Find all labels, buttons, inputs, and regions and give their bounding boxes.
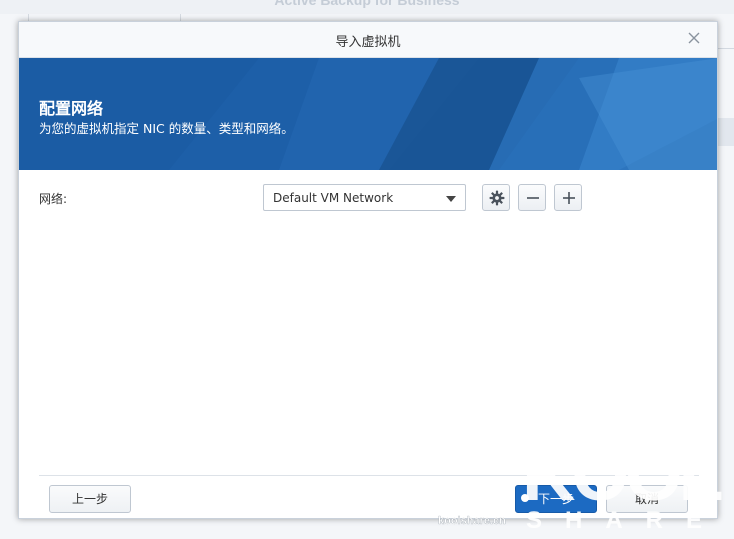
minus-icon <box>527 197 539 199</box>
network-select[interactable]: Default VM Network <box>263 184 466 211</box>
dialog-title: 导入虚拟机 <box>335 35 401 50</box>
chevron-down-icon <box>446 196 456 202</box>
dialog-titlebar: 导入虚拟机 <box>19 22 717 58</box>
network-label: 网络: <box>39 192 68 206</box>
back-button[interactable]: 上一步 <box>49 485 131 513</box>
network-select-value: Default VM Network <box>273 191 394 205</box>
remove-network-button[interactable] <box>518 184 546 211</box>
close-icon[interactable] <box>685 29 703 47</box>
step-banner: 配置网络 为您的虚拟机指定 NIC 的数量、类型和网络。 <box>19 58 717 170</box>
footer-divider <box>39 475 699 476</box>
add-network-button[interactable] <box>554 184 582 211</box>
background-divider <box>718 48 734 49</box>
cancel-button[interactable]: 取消 <box>606 485 688 513</box>
background-list-row <box>718 118 734 146</box>
network-settings-button[interactable] <box>482 184 510 211</box>
import-vm-dialog: 导入虚拟机 配置网络 为您的虚拟机指定 NIC 的数量、类型和网络。 网络: D… <box>18 21 718 519</box>
banner-description: 为您的虚拟机指定 NIC 的数量、类型和网络。 <box>39 121 294 136</box>
next-button[interactable]: 下一步 <box>515 485 597 513</box>
plus-icon <box>563 192 575 204</box>
banner-heading: 配置网络 <box>39 99 104 118</box>
gear-icon <box>489 190 505 206</box>
background-app-title: Active Backup for Business <box>274 0 460 8</box>
banner-background-art <box>19 58 717 170</box>
